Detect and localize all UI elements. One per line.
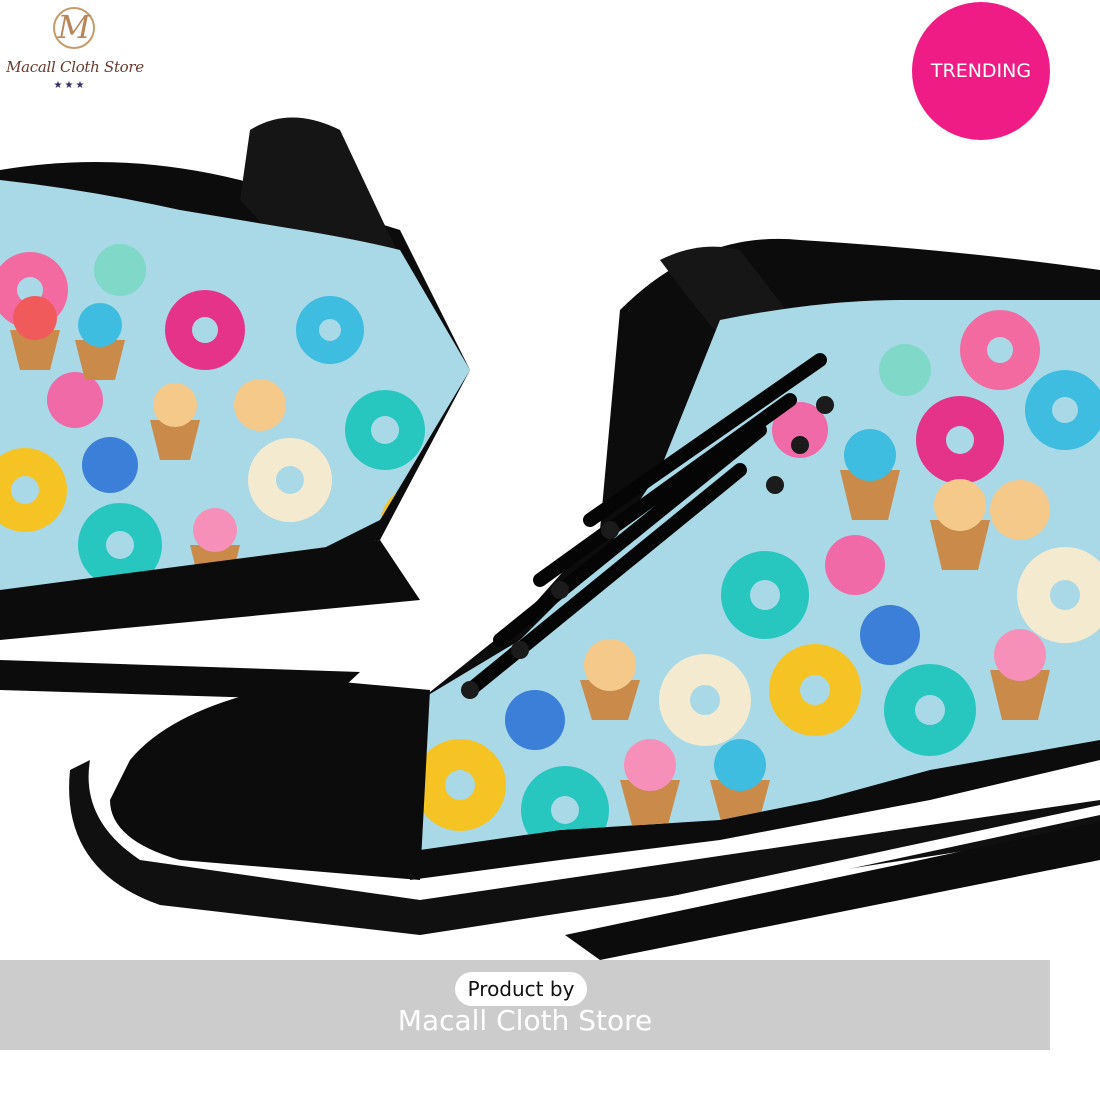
trending-badge: TRENDING [912,2,1050,140]
back-shoe [0,117,470,700]
product-photo [0,117,1100,960]
caption-product-by: Product by [455,972,587,1006]
caption-store-name: Macall Cloth Store [397,1004,653,1037]
